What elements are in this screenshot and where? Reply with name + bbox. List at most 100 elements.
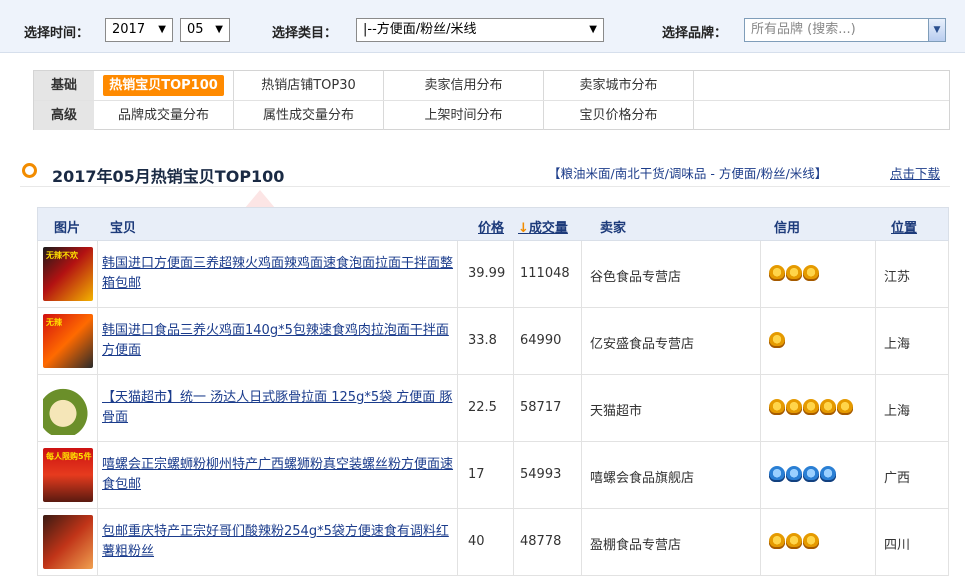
tab-seller-city[interactable]: 卖家城市分布 xyxy=(544,71,694,100)
price-value: 22.5 xyxy=(468,400,497,415)
tab-hot-shops-top30[interactable]: 热销店铺TOP30 xyxy=(234,71,384,100)
crown-icon xyxy=(769,466,785,482)
col-price[interactable]: 价格 xyxy=(478,217,504,236)
credit-crowns xyxy=(769,265,820,283)
dropdown-arrow-icon: ▼ xyxy=(158,24,166,35)
location-value: 上海 xyxy=(884,337,911,352)
price-value: 40 xyxy=(468,534,485,549)
seller-name[interactable]: 天猫超市 xyxy=(590,400,642,419)
tab-attribute-volume[interactable]: 属性成交量分布 xyxy=(234,101,384,130)
dropdown-arrow-icon: ▼ xyxy=(589,24,597,35)
price-cell xyxy=(458,509,514,575)
image-cell xyxy=(38,375,98,441)
product-thumbnail[interactable] xyxy=(43,381,93,435)
tab-row-basic: 基础 热销宝贝TOP100 热销店铺TOP30 卖家信用分布 卖家城市分布 xyxy=(34,71,949,100)
image-cell: 每人限购5件 xyxy=(38,442,98,508)
product-thumbnail[interactable] xyxy=(43,515,93,569)
image-cell xyxy=(38,509,98,575)
image-cell: 无辣 xyxy=(38,308,98,374)
report-tabs: 基础 热销宝贝TOP100 热销店铺TOP30 卖家信用分布 卖家城市分布 高级… xyxy=(33,70,950,130)
product-thumbnail[interactable]: 无辣不欢 xyxy=(43,247,93,301)
price-value: 33.8 xyxy=(468,333,497,348)
table-row: 每人限购5件 嘻螺会正宗螺蛳粉柳州特产广西螺狮粉真空装螺丝粉方便面速食包邮 17… xyxy=(37,442,949,509)
tab-row-advanced: 高级 品牌成交量分布 属性成交量分布 上架时间分布 宝贝价格分布 xyxy=(34,100,949,130)
crown-icon xyxy=(769,332,785,348)
filter-bar: 选择时间： 2017 ▼ 05 ▼ 选择类目： |--方便面/粉丝/米线 ▼ 选… xyxy=(0,0,965,53)
crown-icon xyxy=(803,533,819,549)
table-row: 无辣不欢 韩国进口方便面三养超辣火鸡面辣鸡面速食泡面拉面干拌面整箱包邮 39.9… xyxy=(37,241,949,308)
col-location[interactable]: 位置 xyxy=(891,217,917,236)
product-link[interactable]: 韩国进口食品三养火鸡面140g*5包辣速食鸡肉拉泡面干拌面方便面 xyxy=(102,321,454,361)
crown-icon xyxy=(786,466,802,482)
product-link[interactable]: 【天猫超市】统一 汤达人日式豚骨拉面 125g*5袋 方便面 豚骨面 xyxy=(102,388,454,428)
year-value: 2017 xyxy=(112,22,146,37)
volume-value: 64990 xyxy=(520,333,562,348)
product-thumbnail[interactable]: 每人限购5件 xyxy=(43,448,93,502)
price-cell xyxy=(458,442,514,508)
brand-search-input[interactable]: 所有品牌 (搜索...) xyxy=(744,18,930,42)
price-value: 39.99 xyxy=(468,266,506,281)
chevron-down-icon: ▼ xyxy=(933,25,941,35)
table-row: 包邮重庆特产正宗好哥们酸辣粉254g*5袋方便速食有调料红薯粗粉丝 40 487… xyxy=(37,509,949,576)
table-header: 图片 宝贝 价格 ↓成交量 卖家 信用 位置 xyxy=(37,207,949,241)
tab-brand-volume[interactable]: 品牌成交量分布 xyxy=(94,101,234,130)
crown-icon xyxy=(769,399,785,415)
col-seller: 卖家 xyxy=(600,221,627,236)
volume-value: 54993 xyxy=(520,467,562,482)
seller-name[interactable]: 盈棚食品专营店 xyxy=(590,534,681,553)
col-credit: 信用 xyxy=(774,221,801,236)
dropdown-arrow-icon: ▼ xyxy=(215,24,223,35)
seller-name[interactable]: 谷色食品专营店 xyxy=(590,266,681,285)
seller-name[interactable]: 亿安盛食品专营店 xyxy=(590,333,694,352)
crown-icon xyxy=(837,399,853,415)
location-value: 上海 xyxy=(884,404,911,419)
table-row: 【天猫超市】统一 汤达人日式豚骨拉面 125g*5袋 方便面 豚骨面 22.5 … xyxy=(37,375,949,442)
section-title: 2017年05月热销宝贝TOP100 xyxy=(52,167,285,186)
brand-dropdown-button[interactable]: ▼ xyxy=(928,18,946,42)
brand-label: 选择品牌： xyxy=(662,26,728,41)
crown-icon xyxy=(820,399,836,415)
product-thumbnail[interactable]: 无辣 xyxy=(43,314,93,368)
crown-icon xyxy=(786,265,802,281)
category-value: |--方便面/粉丝/米线 xyxy=(363,22,477,37)
tab-row-label-advanced: 高级 xyxy=(34,101,94,130)
tab-listing-time[interactable]: 上架时间分布 xyxy=(384,101,544,130)
download-link[interactable]: 点击下载 xyxy=(890,163,940,182)
month-select[interactable]: 05 ▼ xyxy=(180,18,230,42)
crown-icon xyxy=(769,265,785,281)
credit-crowns xyxy=(769,399,854,417)
category-label: 选择类目： xyxy=(272,26,338,41)
credit-crowns xyxy=(769,533,820,551)
seller-name[interactable]: 嘻螺会食品旗舰店 xyxy=(590,467,694,486)
crown-icon xyxy=(820,466,836,482)
product-link[interactable]: 嘻螺会正宗螺蛳粉柳州特产广西螺狮粉真空装螺丝粉方便面速食包邮 xyxy=(102,455,454,495)
tab-price-distribution[interactable]: 宝贝价格分布 xyxy=(544,101,694,130)
volume-value: 111048 xyxy=(520,266,570,281)
image-cell: 无辣不欢 xyxy=(38,241,98,307)
crown-icon xyxy=(803,265,819,281)
category-path: 【粮油米面/南北干货/调味品 - 方便面/粉丝/米线】 xyxy=(548,166,828,181)
location-value: 广西 xyxy=(884,471,911,486)
tab-seller-credit[interactable]: 卖家信用分布 xyxy=(384,71,544,100)
crown-icon xyxy=(786,533,802,549)
time-label: 选择时间： xyxy=(24,26,90,41)
year-select[interactable]: 2017 ▼ xyxy=(105,18,173,42)
col-image: 图片 xyxy=(54,221,81,236)
crown-icon xyxy=(803,399,819,415)
price-value: 17 xyxy=(468,467,485,482)
product-link[interactable]: 包邮重庆特产正宗好哥们酸辣粉254g*5袋方便速食有调料红薯粗粉丝 xyxy=(102,522,454,562)
category-select[interactable]: |--方便面/粉丝/米线 ▼ xyxy=(356,18,604,42)
col-item: 宝贝 xyxy=(110,221,137,236)
tab-hot-items-top100[interactable]: 热销宝贝TOP100 xyxy=(94,71,234,100)
location-value: 江苏 xyxy=(884,270,911,285)
section-bullet-icon xyxy=(22,163,37,178)
sort-down-icon: ↓ xyxy=(518,221,529,236)
table-row: 无辣 韩国进口食品三养火鸡面140g*5包辣速食鸡肉拉泡面干拌面方便面 33.8… xyxy=(37,308,949,375)
location-value: 四川 xyxy=(884,538,911,553)
col-volume-sort[interactable]: ↓成交量 xyxy=(518,217,568,236)
product-link[interactable]: 韩国进口方便面三养超辣火鸡面辣鸡面速食泡面拉面干拌面整箱包邮 xyxy=(102,254,454,294)
crown-icon xyxy=(803,466,819,482)
credit-crowns xyxy=(769,332,786,350)
tab-row-label-basic: 基础 xyxy=(34,71,94,100)
section-divider xyxy=(20,186,950,187)
